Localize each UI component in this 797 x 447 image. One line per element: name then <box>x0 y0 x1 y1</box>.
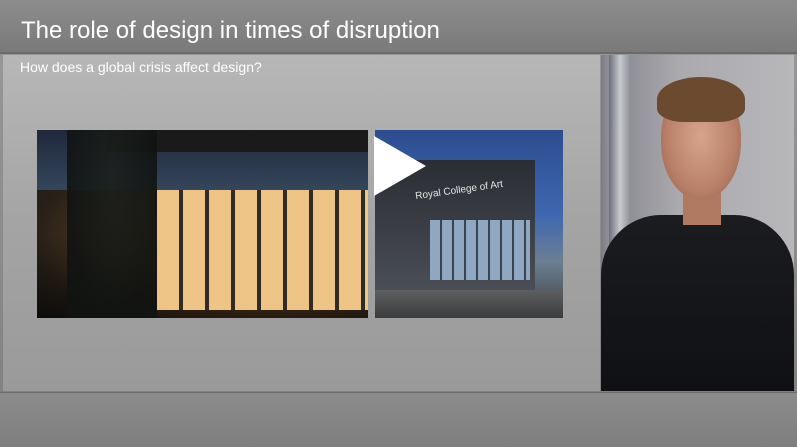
library-building-photo <box>37 130 368 318</box>
player-control-bar <box>0 392 797 447</box>
photo-glass-facade <box>157 190 368 310</box>
title-bar: The role of design in times of disruptio… <box>0 0 797 54</box>
photo-street <box>375 290 563 318</box>
photo-building-glass <box>430 220 530 280</box>
video-player[interactable]: The role of design in times of disruptio… <box>0 0 797 447</box>
presenter-video <box>601 55 794 391</box>
play-icon[interactable] <box>374 136 426 196</box>
slide-subtitle: How does a global crisis affect design? <box>20 59 262 75</box>
presentation-slide: How does a global crisis affect design? … <box>3 55 600 391</box>
presenter-hair <box>657 77 745 122</box>
photo-tree <box>67 130 157 318</box>
video-title: The role of design in times of disruptio… <box>21 17 440 44</box>
presenter-body <box>601 215 794 391</box>
